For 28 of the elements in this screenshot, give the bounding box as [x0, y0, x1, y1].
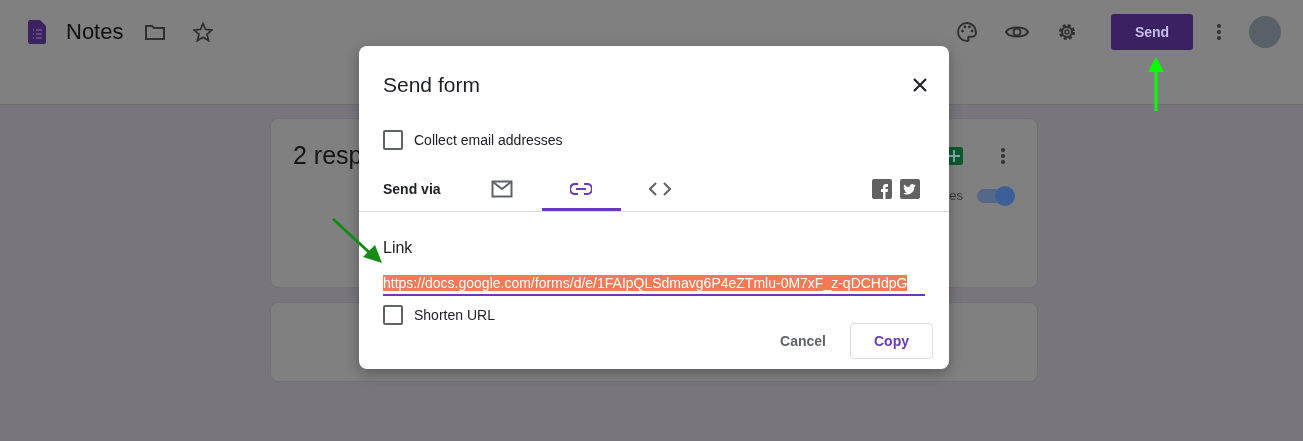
toggle-label: es	[949, 188, 963, 203]
settings-icon[interactable]	[1057, 22, 1077, 42]
checkbox-label[interactable]: Shorten URL	[414, 307, 495, 323]
checkbox[interactable]	[383, 130, 403, 150]
mail-icon	[491, 179, 514, 198]
link-heading: Link	[382, 238, 414, 257]
palette-icon[interactable]	[957, 22, 977, 42]
annotation-arrow	[332, 217, 382, 263]
twitter-icon[interactable]	[900, 178, 920, 199]
send-via-label: Send via	[383, 180, 441, 197]
more-icon[interactable]	[1217, 24, 1221, 40]
copy-button[interactable]: Copy	[850, 323, 933, 359]
link-icon	[570, 182, 593, 195]
toggle-switch[interactable]	[977, 188, 1013, 203]
facebook-icon[interactable]	[872, 178, 892, 199]
folder-icon[interactable]	[145, 24, 166, 40]
star-icon[interactable]	[193, 22, 214, 42]
dialog-title: Send form	[383, 73, 480, 97]
close-icon[interactable]	[911, 76, 929, 94]
annotation-arrow	[1148, 57, 1164, 111]
form-icon[interactable]	[28, 20, 46, 44]
eye-icon[interactable]	[1005, 24, 1029, 40]
document-title[interactable]: Notes	[66, 19, 124, 45]
send-button[interactable]: Send	[1111, 14, 1193, 50]
checkbox[interactable]	[383, 305, 403, 325]
code-icon	[649, 181, 672, 196]
checkbox-label[interactable]: Collect email addresses	[414, 132, 563, 148]
more-icon[interactable]	[1001, 147, 1005, 164]
